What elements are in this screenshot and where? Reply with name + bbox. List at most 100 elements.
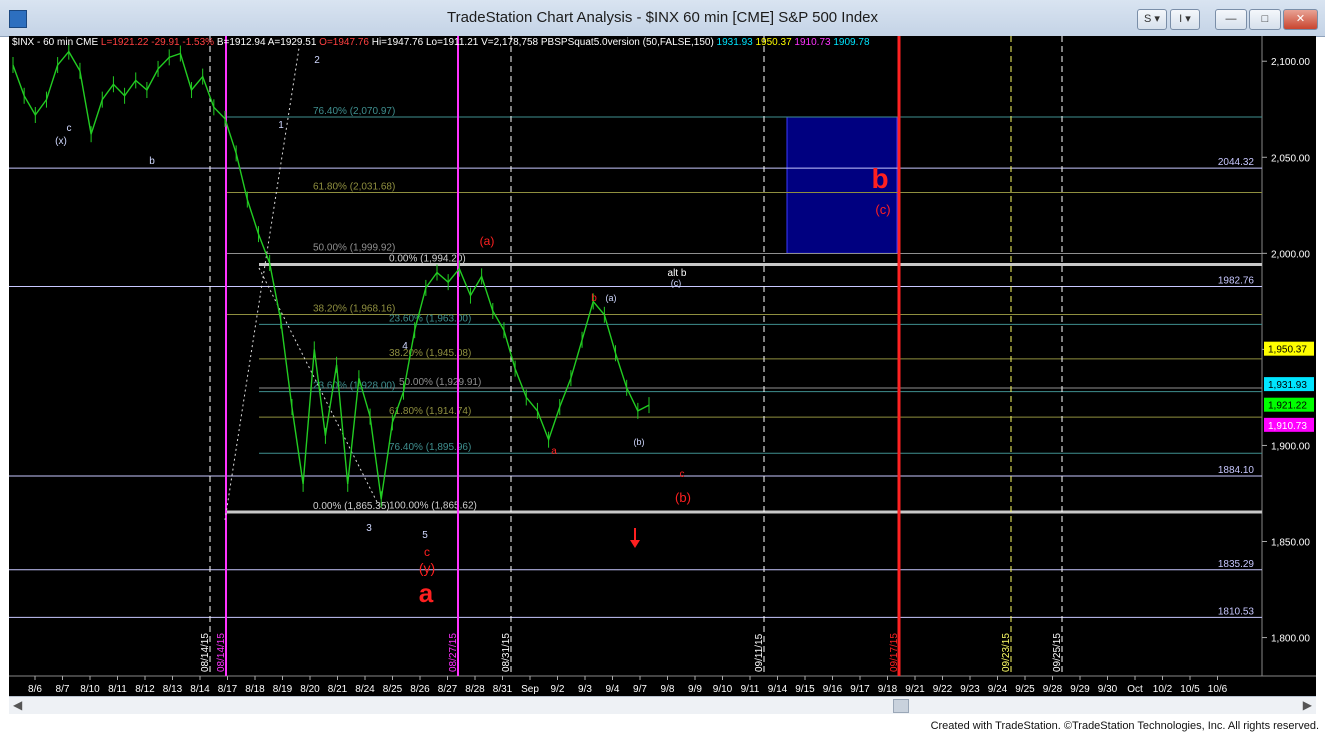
wave-annotation: (a) <box>480 234 495 248</box>
x-tick-label: 9/28 <box>1043 684 1063 695</box>
x-tick-label: 9/23 <box>960 684 980 695</box>
i-menu-button[interactable]: I ▾ <box>1170 9 1200 30</box>
x-tick-label: 9/9 <box>688 684 702 695</box>
wave-annotation: (x) <box>55 136 67 147</box>
status-field: 1910.73 <box>792 37 831 48</box>
x-tick-label: 8/14 <box>190 684 210 695</box>
status-field: $INX - 60 min <box>12 37 73 48</box>
window-titlebar: TradeStation Chart Analysis - $INX 60 mi… <box>0 0 1325 37</box>
fib-level-label: 76.40% (2,070.97) <box>313 106 395 117</box>
x-tick-label: 8/7 <box>56 684 70 695</box>
x-tick-label: 9/16 <box>823 684 843 695</box>
status-field: B=1912.94 <box>214 37 266 48</box>
fib-level-label: 0.00% (1,994.20) <box>389 253 466 264</box>
wave-annotation: 5 <box>422 530 428 541</box>
fib-level-label: 23.60% (1,928.00) <box>313 381 395 392</box>
price-tag-label: 1,921.22 <box>1268 401 1307 412</box>
wave-annotation: b <box>871 163 888 194</box>
x-tick-label: 8/17 <box>218 684 238 695</box>
wave-annotation: b <box>149 156 155 167</box>
y-tick-label: 1,850.00 <box>1271 538 1310 549</box>
x-tick-label: 8/21 <box>328 684 348 695</box>
x-tick-label: 9/25 <box>1015 684 1035 695</box>
status-field: Lo=1911.21 <box>423 37 479 48</box>
wave-annotation: 3 <box>366 523 372 534</box>
wave-annotation: b <box>591 293 597 304</box>
x-tick-label: Sep <box>521 684 539 695</box>
status-field: 1909.78 <box>831 37 870 48</box>
vertical-marker-label: 08/14/15 <box>216 633 227 672</box>
wave-annotation: 2 <box>314 55 320 66</box>
s-menu-button[interactable]: S ▾ <box>1137 9 1167 30</box>
fib-level-label: 38.20% (1,968.16) <box>313 304 395 315</box>
y-tick-label: 2,000.00 <box>1271 249 1310 260</box>
x-tick-label: 8/6 <box>28 684 42 695</box>
x-tick-label: 10/2 <box>1153 684 1173 695</box>
x-tick-label: 8/20 <box>300 684 320 695</box>
price-tag-label: 1,950.37 <box>1268 345 1307 356</box>
status-field: A=1929.51 <box>266 37 317 48</box>
x-tick-label: 8/12 <box>135 684 155 695</box>
price-tag-label: 1,931.93 <box>1268 380 1307 391</box>
vertical-marker-label: 08/27/15 <box>448 633 459 672</box>
x-tick-label: 8/28 <box>465 684 485 695</box>
x-tick-label: 8/13 <box>163 684 183 695</box>
x-tick-label: 8/10 <box>80 684 100 695</box>
down-arrow-head-icon <box>630 540 640 548</box>
footer-copyright: Created with TradeStation. ©TradeStation… <box>930 720 1319 732</box>
status-field: 1950.37 <box>753 37 792 48</box>
vertical-marker-label: 09/25/15 <box>1052 633 1063 672</box>
x-tick-label: 8/18 <box>245 684 265 695</box>
wave-annotation: 4 <box>402 341 408 352</box>
wave-annotation: c <box>67 123 72 134</box>
fib-level-label: 61.80% (2,031.68) <box>313 181 395 192</box>
x-tick-label: 8/25 <box>383 684 403 695</box>
horizontal-scrollbar[interactable]: ◀ ▶ <box>9 696 1316 714</box>
minimize-button[interactable]: — <box>1215 9 1247 30</box>
horizontal-level-label: 2044.32 <box>1218 157 1255 168</box>
price-series-line <box>12 50 650 500</box>
y-tick-label: 2,100.00 <box>1271 57 1310 68</box>
wave-annotation: (b) <box>634 437 645 447</box>
fib-level-label: 50.00% (1,999.92) <box>313 242 395 253</box>
wave-annotation: (y) <box>419 560 435 576</box>
wave-annotation: c <box>680 469 685 480</box>
x-tick-label: 8/26 <box>410 684 430 695</box>
status-field: Hi=1947.76 <box>369 37 424 48</box>
scroll-left-icon[interactable]: ◀ <box>13 697 22 714</box>
vertical-marker-label: 09/23/15 <box>1001 633 1012 672</box>
maximize-button[interactable]: □ <box>1249 9 1281 30</box>
x-tick-label: 9/30 <box>1098 684 1118 695</box>
wave-annotation: a <box>419 578 434 608</box>
x-tick-label: 9/18 <box>878 684 898 695</box>
x-tick-label: 8/31 <box>493 684 513 695</box>
wave-annotation: (c) <box>875 202 890 217</box>
vertical-marker-label: 08/31/15 <box>501 633 512 672</box>
status-field: L=1921.22 <box>98 37 149 48</box>
scroll-thumb[interactable] <box>893 699 909 713</box>
y-tick-label: 2,050.00 <box>1271 153 1310 164</box>
y-tick-label: 1,900.00 <box>1271 441 1310 452</box>
price-chart[interactable]: 2,100.002,050.002,000.001,950.001,900.00… <box>9 36 1316 696</box>
x-tick-label: 9/4 <box>606 684 620 695</box>
x-tick-label: 10/6 <box>1208 684 1228 695</box>
x-tick-label: 8/11 <box>108 684 127 695</box>
chart-area[interactable]: 2,100.002,050.002,000.001,950.001,900.00… <box>9 36 1316 696</box>
window-title: TradeStation Chart Analysis - $INX 60 mi… <box>446 9 879 26</box>
fib-level-label: 0.00% (1,865.35) <box>313 501 390 512</box>
fib-level-label: 100.00% (1,865.62) <box>389 501 477 512</box>
x-tick-label: 10/5 <box>1180 684 1200 695</box>
x-tick-label: 9/21 <box>905 684 925 695</box>
x-tick-label: 9/11 <box>741 684 760 695</box>
x-tick-label: 9/24 <box>988 684 1008 695</box>
x-tick-label: 9/15 <box>795 684 815 695</box>
close-button[interactable]: ✕ <box>1283 9 1318 30</box>
horizontal-level-label: 1835.29 <box>1218 559 1255 570</box>
x-tick-label: 9/10 <box>713 684 733 695</box>
wave-projection-line <box>224 47 300 521</box>
scroll-right-icon[interactable]: ▶ <box>1303 697 1312 714</box>
wave-annotation: c <box>424 545 430 559</box>
horizontal-level-label: 1810.53 <box>1218 606 1255 617</box>
x-tick-label: 8/19 <box>273 684 293 695</box>
status-field: V=2,178,758 <box>478 37 538 48</box>
